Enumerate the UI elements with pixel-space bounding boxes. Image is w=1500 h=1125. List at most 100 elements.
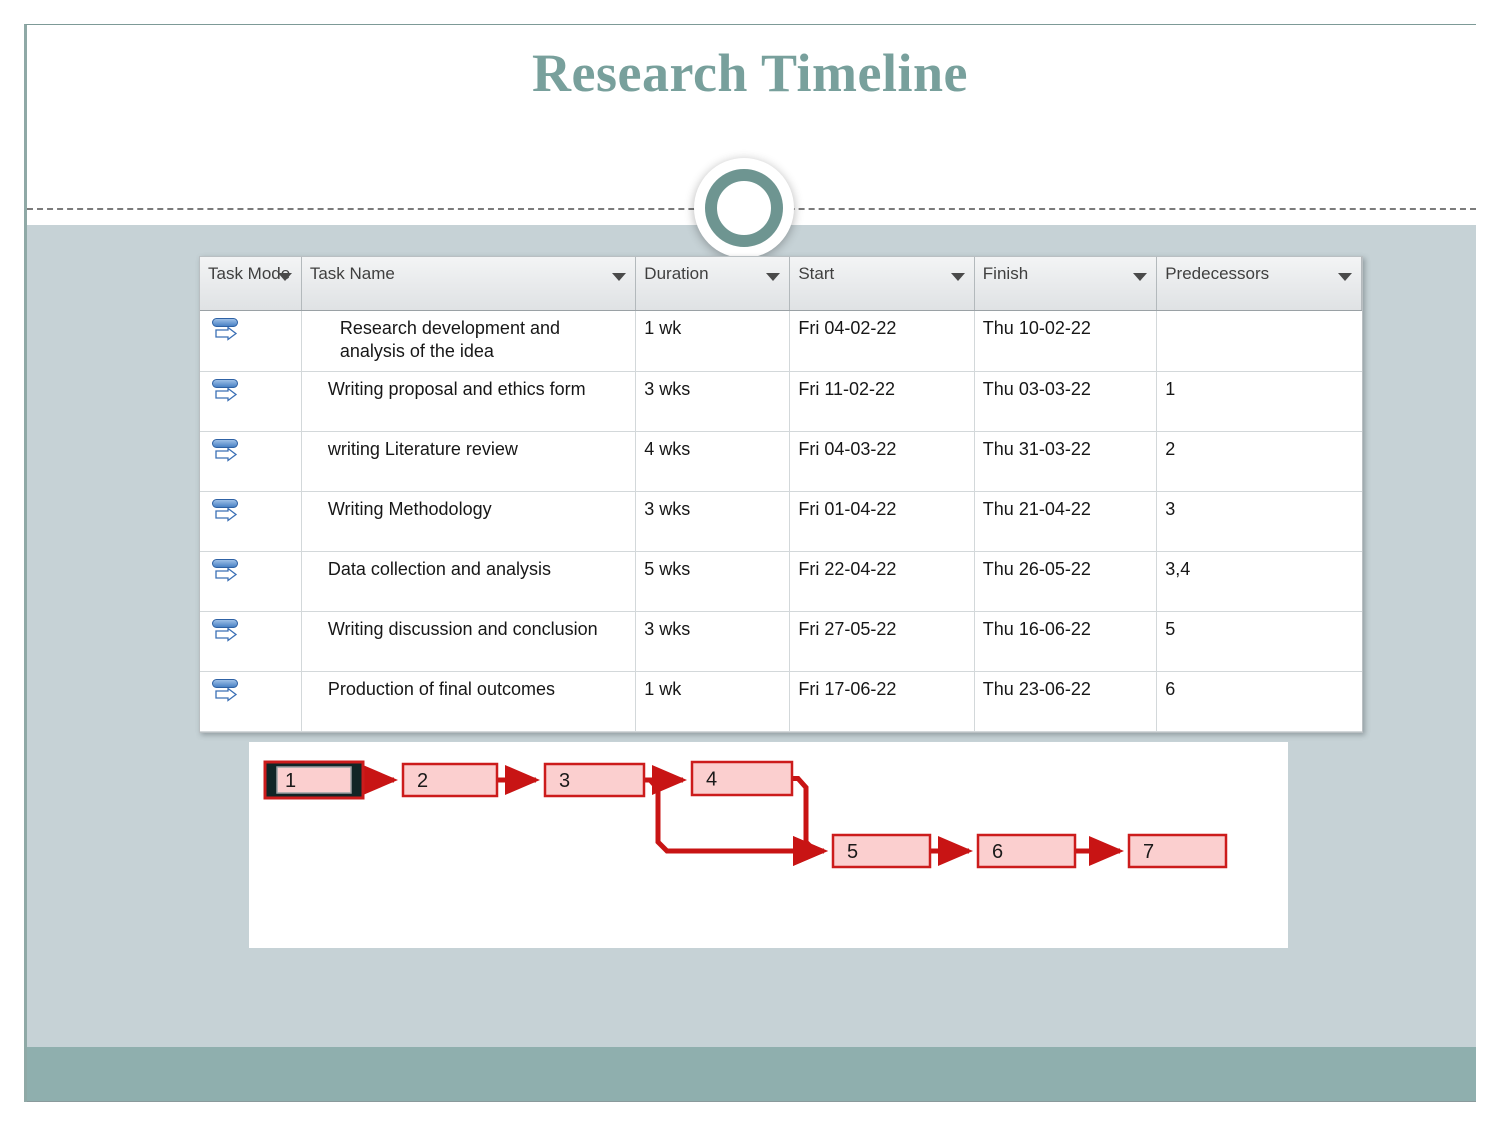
diagram-node-6[interactable]: 6 [976,833,1077,869]
cell-predecessors[interactable]: 2 [1156,431,1362,492]
diagram-node-2[interactable]: 2 [401,762,499,798]
cell-duration[interactable]: 1 wk [635,310,791,372]
manually-scheduled-icon [212,379,242,407]
filter-chevron-down-icon[interactable] [950,273,965,281]
cell-finish[interactable]: Thu 16-06-22 [974,611,1158,672]
cell-finish[interactable]: Thu 03-03-22 [974,371,1158,432]
cell-task-mode[interactable] [200,671,302,732]
filter-chevron-down-icon[interactable] [1133,273,1148,281]
cell-start[interactable]: Fri 04-03-22 [789,431,975,492]
table-row[interactable]: writing Literature review 4 wks Fri 04-03-… [200,431,1362,492]
cell-start[interactable]: Fri 17-06-22 [789,671,975,732]
task-mode-arrow-icon [215,448,238,462]
cell-finish[interactable]: Thu 10-02-22 [974,310,1158,372]
cell-task-mode[interactable] [200,371,302,432]
task-mode-bar [212,679,238,688]
table-row[interactable]: Writing Methodology 3 wks Fri 01-04-22 Thu … [200,491,1362,552]
cell-duration[interactable]: 3 wks [635,371,791,432]
cell-start[interactable]: Fri 11-02-22 [789,371,975,432]
task-mode-arrow-icon [215,568,238,582]
cell-predecessors[interactable]: 6 [1156,671,1362,732]
cell-duration[interactable]: 3 wks [635,611,791,672]
table-header-row: Task Mode Task Name Duration Start Finis… [200,257,1362,311]
cell-predecessors[interactable]: 3,4 [1156,551,1362,612]
cell-task-mode[interactable] [200,611,302,672]
link-4-to-5 [792,776,829,866]
column-header-duration[interactable]: Duration [635,257,791,311]
filter-chevron-down-icon[interactable] [277,273,292,281]
task-mode-bar [212,619,238,628]
cell-task-mode[interactable] [200,491,302,552]
cell-predecessors[interactable]: 5 [1156,611,1362,672]
cell-task-mode[interactable] [200,310,302,372]
cell-start[interactable]: Fri 27-05-22 [789,611,975,672]
task-table-grid: Task Mode Task Name Duration Start Finis… [200,257,1362,732]
cell-duration[interactable]: 3 wks [635,491,791,552]
cell-task-name[interactable]: Writing proposal and ethics form [301,371,637,432]
footer-bar [27,1047,1476,1102]
column-header-task-name[interactable]: Task Name [301,257,637,311]
cell-duration[interactable]: 5 wks [635,551,791,612]
diagram-node-5[interactable]: 5 [831,833,932,869]
filter-chevron-down-icon[interactable] [612,273,627,281]
cell-finish[interactable]: Thu 31-03-22 [974,431,1158,492]
column-header-start[interactable]: Start [789,257,975,311]
cell-task-name[interactable]: writing Literature review [301,431,637,492]
page-title: Research Timeline [532,43,968,103]
cell-finish[interactable]: Thu 26-05-22 [974,551,1158,612]
cell-task-name[interactable]: Research development and analysis of the… [301,310,637,372]
node-label: 3 [559,770,570,792]
table-row[interactable]: Research development and analysis of the… [200,310,1362,372]
task-mode-arrow-icon [215,327,238,341]
cell-task-mode[interactable] [200,431,302,492]
table-row[interactable]: Data collection and analysis 5 wks Fri 22-… [200,551,1362,612]
cell-task-mode[interactable] [200,551,302,612]
table-row[interactable]: Writing proposal and ethics form 3 wks Fri… [200,371,1362,432]
column-header-predecessors[interactable]: Predecessors [1156,257,1362,311]
ring-inner [705,169,783,247]
column-header-finish[interactable]: Finish [974,257,1158,311]
filter-chevron-down-icon[interactable] [1338,273,1352,281]
manually-scheduled-icon [212,559,242,587]
cell-duration[interactable]: 4 wks [635,431,791,492]
task-mode-bar [212,379,238,388]
column-header-task-mode[interactable]: Task Mode [200,257,302,311]
cell-predecessors[interactable]: 3 [1156,491,1362,552]
cell-start[interactable]: Fri 01-04-22 [789,491,975,552]
diagram-node-4[interactable]: 4 [690,760,794,797]
table-row[interactable]: Writing discussion and conclusion 3 wks Fr… [200,611,1362,672]
task-table: Task Mode Task Name Duration Start Finis… [199,256,1363,733]
task-mode-bar [212,439,238,448]
cell-duration[interactable]: 1 wk [635,671,791,732]
diagram-node-7[interactable]: 7 [1127,833,1228,869]
decorative-ring [694,158,794,258]
node-label: 1 [285,770,296,792]
filter-chevron-down-icon[interactable] [766,273,781,281]
cell-finish[interactable]: Thu 23-06-22 [974,671,1158,732]
manually-scheduled-icon [212,679,242,707]
cell-start[interactable]: Fri 22-04-22 [789,551,975,612]
cell-predecessors[interactable] [1156,310,1362,372]
cell-task-name[interactable]: Production of final outcomes [301,671,637,732]
node-label: 7 [1143,841,1154,863]
diagram-node-3[interactable]: 3 [543,762,646,798]
network-diagram: 1 2 3 4 5 6 7 [249,742,1288,948]
cell-task-name[interactable]: Data collection and analysis [301,551,637,612]
column-header-label: Start [798,264,835,283]
column-header-label: Finish [982,264,1029,283]
task-mode-arrow-icon [215,688,238,702]
cell-finish[interactable]: Thu 21-04-22 [974,491,1158,552]
task-mode-arrow-icon [215,388,238,402]
cell-task-name[interactable]: Writing Methodology [301,491,637,552]
table-body: Research development and analysis of the… [200,310,1362,732]
task-mode-arrow-icon [215,628,238,642]
cell-task-name[interactable]: Writing discussion and conclusion [301,611,637,672]
diagram-node-1[interactable]: 1 [263,760,365,800]
task-mode-bar [212,559,238,568]
column-header-label: Duration [644,264,709,283]
table-row[interactable]: Production of final outcomes 1 wk Fri 17-0… [200,671,1362,732]
cell-predecessors[interactable]: 1 [1156,371,1362,432]
cell-start[interactable]: Fri 04-02-22 [789,310,975,372]
manually-scheduled-icon [212,439,242,467]
node-label: 2 [417,770,428,792]
